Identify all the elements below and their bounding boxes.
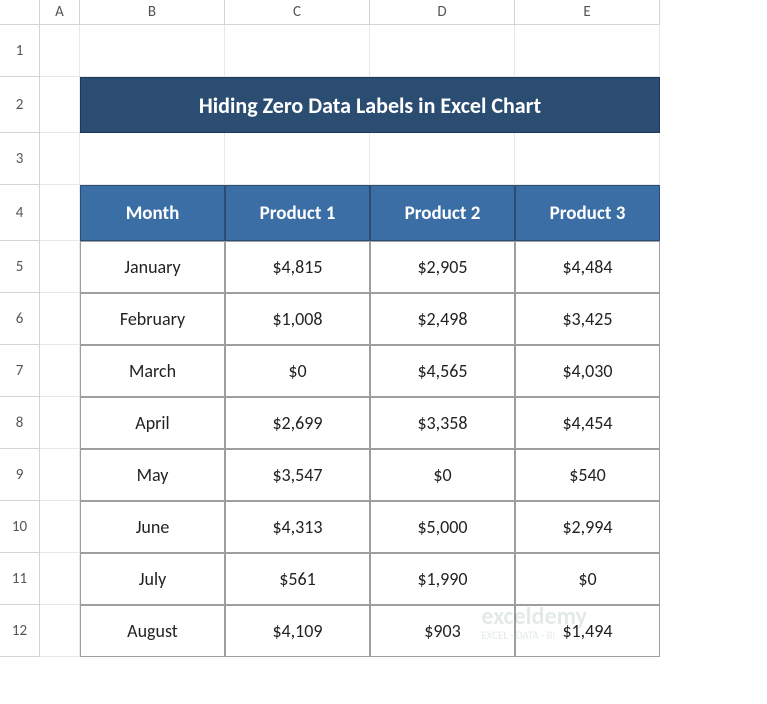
cell-d9[interactable]: $0: [370, 449, 515, 501]
col-header-a[interactable]: A: [40, 0, 80, 25]
cell-d5[interactable]: $2,905: [370, 241, 515, 293]
col-header-d[interactable]: D: [370, 0, 515, 25]
row-header-4[interactable]: 4: [0, 185, 40, 241]
table-header-month[interactable]: Month: [80, 185, 225, 241]
row-header-9[interactable]: 9: [0, 449, 40, 501]
cell-d1[interactable]: [370, 25, 515, 77]
cell-e5[interactable]: $4,484: [515, 241, 660, 293]
cell-b10[interactable]: June: [80, 501, 225, 553]
cell-e3[interactable]: [515, 133, 660, 185]
cell-c7[interactable]: $0: [225, 345, 370, 397]
cell-a5[interactable]: [40, 241, 80, 293]
cell-e9[interactable]: $540: [515, 449, 660, 501]
cell-e6[interactable]: $3,425: [515, 293, 660, 345]
cell-d10[interactable]: $5,000: [370, 501, 515, 553]
cell-b12[interactable]: August: [80, 605, 225, 657]
row-header-6[interactable]: 6: [0, 293, 40, 345]
cell-c3[interactable]: [225, 133, 370, 185]
cell-c12[interactable]: $4,109: [225, 605, 370, 657]
cell-b7[interactable]: March: [80, 345, 225, 397]
cell-e8[interactable]: $4,454: [515, 397, 660, 449]
cell-d3[interactable]: [370, 133, 515, 185]
cell-b9[interactable]: May: [80, 449, 225, 501]
cell-b11[interactable]: July: [80, 553, 225, 605]
cell-c6[interactable]: $1,008: [225, 293, 370, 345]
cell-a7[interactable]: [40, 345, 80, 397]
col-header-c[interactable]: C: [225, 0, 370, 25]
row-header-10[interactable]: 10: [0, 501, 40, 553]
cell-a9[interactable]: [40, 449, 80, 501]
row-header-12[interactable]: 12: [0, 605, 40, 657]
row-header-11[interactable]: 11: [0, 553, 40, 605]
row-header-1[interactable]: 1: [0, 25, 40, 77]
cell-b5[interactable]: January: [80, 241, 225, 293]
spreadsheet-grid: A B C D E 1 2 Hiding Zero Data Labels in…: [0, 0, 767, 657]
cell-a1[interactable]: [40, 25, 80, 77]
cell-c9[interactable]: $3,547: [225, 449, 370, 501]
select-all-corner[interactable]: [0, 0, 40, 25]
cell-a4[interactable]: [40, 185, 80, 241]
col-header-e[interactable]: E: [515, 0, 660, 25]
cell-b3[interactable]: [80, 133, 225, 185]
row-header-3[interactable]: 3: [0, 133, 40, 185]
row-header-7[interactable]: 7: [0, 345, 40, 397]
row-header-8[interactable]: 8: [0, 397, 40, 449]
cell-c11[interactable]: $561: [225, 553, 370, 605]
cell-c1[interactable]: [225, 25, 370, 77]
row-header-5[interactable]: 5: [0, 241, 40, 293]
cell-d8[interactable]: $3,358: [370, 397, 515, 449]
cell-e11[interactable]: $0: [515, 553, 660, 605]
cell-a11[interactable]: [40, 553, 80, 605]
cell-c8[interactable]: $2,699: [225, 397, 370, 449]
cell-b8[interactable]: April: [80, 397, 225, 449]
cell-b1[interactable]: [80, 25, 225, 77]
cell-a12[interactable]: [40, 605, 80, 657]
cell-d12[interactable]: $903: [370, 605, 515, 657]
cell-d6[interactable]: $2,498: [370, 293, 515, 345]
cell-d7[interactable]: $4,565: [370, 345, 515, 397]
cell-e1[interactable]: [515, 25, 660, 77]
cell-e10[interactable]: $2,994: [515, 501, 660, 553]
cell-d11[interactable]: $1,990: [370, 553, 515, 605]
cell-e12[interactable]: $1,494: [515, 605, 660, 657]
cell-a6[interactable]: [40, 293, 80, 345]
cell-c5[interactable]: $4,815: [225, 241, 370, 293]
cell-a8[interactable]: [40, 397, 80, 449]
cell-a3[interactable]: [40, 133, 80, 185]
cell-a2[interactable]: [40, 77, 80, 133]
cell-c10[interactable]: $4,313: [225, 501, 370, 553]
cell-b6[interactable]: February: [80, 293, 225, 345]
row-header-2[interactable]: 2: [0, 77, 40, 133]
col-header-b[interactable]: B: [80, 0, 225, 25]
table-header-product2[interactable]: Product 2: [370, 185, 515, 241]
cell-a10[interactable]: [40, 501, 80, 553]
cell-e7[interactable]: $4,030: [515, 345, 660, 397]
table-header-product1[interactable]: Product 1: [225, 185, 370, 241]
table-header-product3[interactable]: Product 3: [515, 185, 660, 241]
title-banner[interactable]: Hiding Zero Data Labels in Excel Chart: [80, 77, 660, 133]
